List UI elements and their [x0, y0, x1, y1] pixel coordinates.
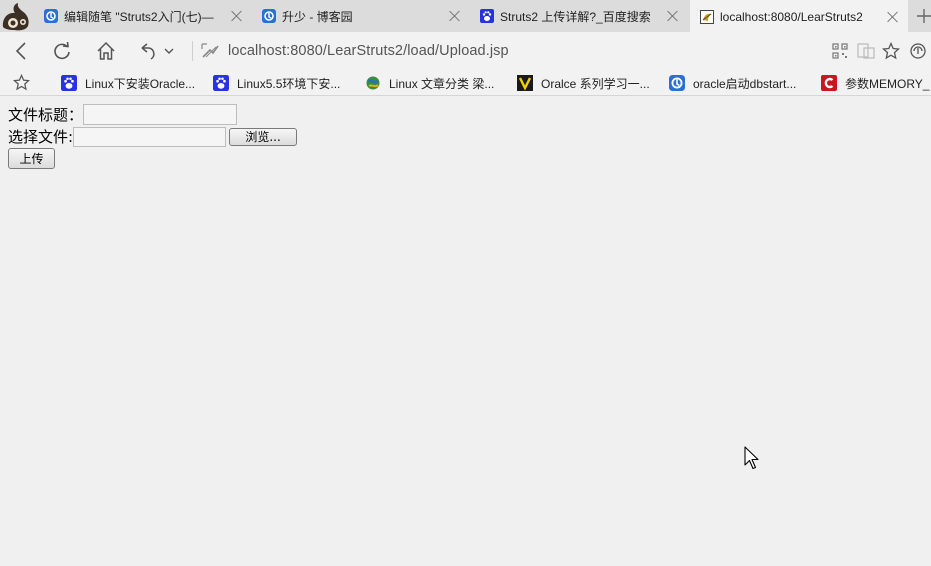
browse-button[interactable]: 浏览...	[229, 127, 298, 146]
bookmark-label: Linux 文章分类 梁...	[389, 76, 495, 91]
upload-submit-button[interactable]: 上传	[8, 148, 55, 169]
page-insecure-icon	[201, 43, 219, 58]
close-icon[interactable]	[231, 10, 243, 22]
tab-label: localhost:8080/LearStruts2	[720, 9, 863, 24]
bookmark-label: Linux5.5环境下安...	[237, 76, 341, 91]
home-icon	[97, 41, 115, 60]
undo-icon	[141, 43, 155, 60]
cnblogs-icon	[262, 9, 276, 23]
baidu-paw-icon	[480, 9, 494, 23]
v-icon	[517, 75, 533, 91]
back-arrow-icon	[15, 42, 26, 60]
baidu-paw-icon	[213, 75, 229, 91]
page-content: 文件标题： 选择文件: 浏览... 上传	[0, 97, 931, 566]
bookmark-star-icon[interactable]	[882, 42, 900, 60]
add-bookmark-star-icon[interactable]	[13, 74, 30, 91]
tab-strip: 编辑随笔 "Struts2入门(七)— 升少 - 博客园 Struts2 上传详…	[0, 0, 931, 33]
close-icon[interactable]	[667, 10, 679, 22]
new-tab-plus-icon[interactable]	[913, 5, 931, 27]
bookmark-label: Linux下安装Oracle...	[85, 76, 196, 91]
baidu-paw-icon	[61, 75, 77, 91]
cnblogs-icon	[669, 75, 685, 91]
undo-close-tab-button[interactable]	[137, 40, 159, 62]
reader-mode-icon[interactable]	[857, 43, 875, 59]
bookmark-item[interactable]: oracle启动dbstart...	[669, 74, 796, 92]
cnblogs-icon	[44, 9, 58, 23]
csdn-icon	[821, 75, 837, 91]
navigation-toolbar: localhost:8080/LearStruts2/load/Upload.j…	[0, 32, 931, 70]
bookmark-label: 参数MEMORY_	[845, 76, 930, 91]
file-title-label: 文件标题：	[8, 106, 84, 124]
tab-label: Struts2 上传详解?_百度搜索	[500, 9, 651, 24]
qr-code-icon[interactable]	[832, 43, 848, 59]
bookmark-item[interactable]: 参数MEMORY_	[821, 74, 929, 92]
tomcat-icon	[700, 9, 714, 24]
close-icon[interactable]	[449, 10, 461, 22]
tab-localhost-upload[interactable]: localhost:8080/LearStruts2	[690, 0, 908, 33]
uc-browser-logo-icon[interactable]	[0, 0, 34, 32]
mouse-pointer-icon	[744, 446, 759, 470]
bookmark-item[interactable]: Oralce 系列学习一...	[517, 74, 650, 92]
tab-cnblogs-home[interactable]: 升少 - 博客园	[252, 0, 470, 32]
choose-file-label: 选择文件:	[8, 128, 74, 146]
bookmark-item[interactable]: Linux下安装Oracle...	[61, 74, 195, 92]
close-icon[interactable]	[887, 11, 899, 23]
globe-icon	[365, 75, 381, 91]
bookmark-label: Oralce 系列学习一...	[541, 76, 650, 91]
sync-cloud-icon[interactable]	[909, 42, 927, 60]
tab-edit-post[interactable]: 编辑随笔 "Struts2入门(七)—	[34, 0, 252, 32]
tab-label: 升少 - 博客园	[282, 9, 353, 24]
file-row: 选择文件: 浏览...	[8, 126, 298, 147]
file-path-field[interactable]	[73, 126, 227, 147]
reload-icon	[54, 41, 70, 60]
history-dropdown-button[interactable]	[161, 40, 177, 62]
bookmark-item[interactable]: Linux5.5环境下安...	[213, 74, 340, 92]
bookmark-item[interactable]: Linux 文章分类 梁...	[365, 74, 494, 92]
title-row: 文件标题：	[8, 104, 238, 125]
home-button[interactable]	[95, 40, 117, 62]
tab-label: 编辑随笔 "Struts2入门(七)—	[64, 9, 214, 24]
bookmark-label: oracle启动dbstart...	[693, 76, 797, 91]
back-button[interactable]	[11, 40, 33, 62]
submit-row: 上传	[8, 148, 55, 169]
tab-baidu-search[interactable]: Struts2 上传详解?_百度搜索	[470, 0, 688, 32]
bookmarks-bar: Linux下安装Oracle... Linux5.5环境下安... Linux …	[0, 70, 931, 96]
chevron-down-icon	[164, 48, 174, 54]
reload-button[interactable]	[51, 40, 73, 62]
file-title-input[interactable]	[83, 104, 238, 125]
address-bar[interactable]: localhost:8080/LearStruts2/load/Upload.j…	[228, 43, 509, 59]
divider	[192, 41, 193, 61]
